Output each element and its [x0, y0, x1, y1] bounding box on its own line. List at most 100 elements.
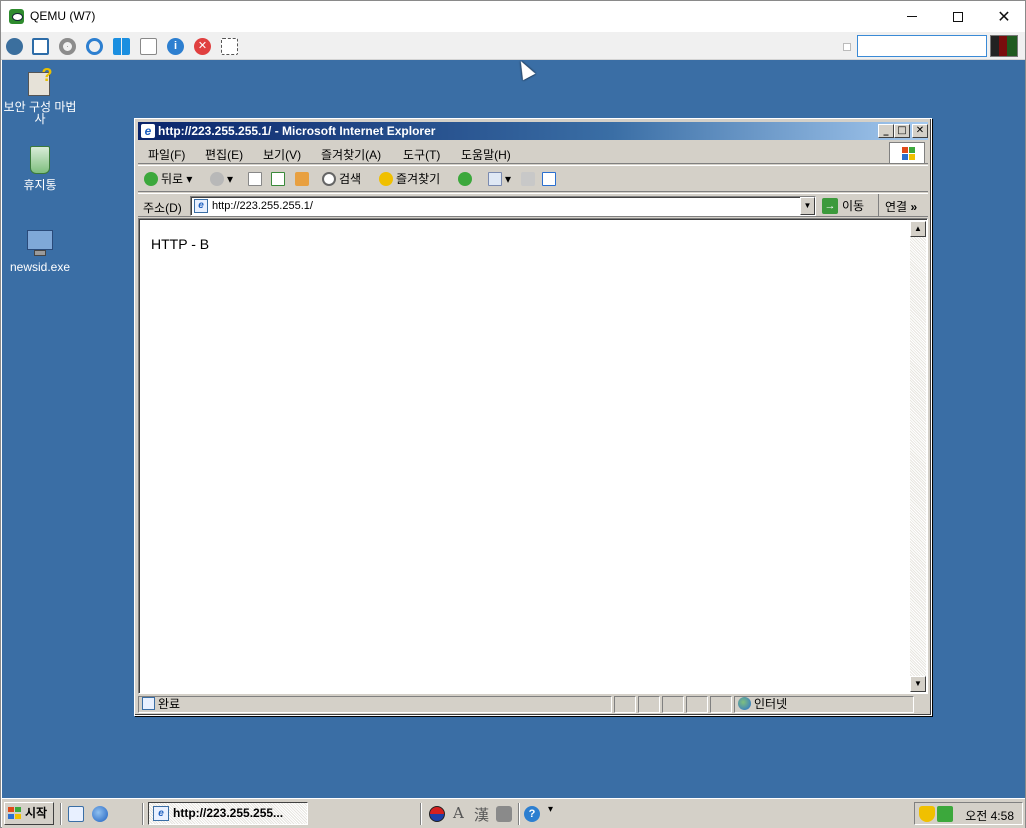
status-pane — [662, 696, 684, 713]
edit-button[interactable] — [542, 170, 559, 188]
korean-ime-icon[interactable] — [429, 806, 445, 822]
address-dropdown-button[interactable]: ▼ — [800, 197, 815, 215]
settings-gear-icon[interactable] — [59, 38, 76, 55]
ie-page-icon: e — [141, 124, 155, 138]
color-swatch-icon[interactable] — [990, 35, 1018, 57]
ie-status-bar: 완료 인터넷 — [138, 695, 928, 713]
keyboard-icon[interactable] — [140, 38, 157, 55]
qemu-search-input[interactable] — [857, 35, 987, 57]
history-icon — [458, 171, 472, 186]
qemu-toolbar: i ✕ — [1, 32, 1025, 60]
show-desktop-icon[interactable] — [68, 806, 84, 822]
favorites-label: 즐겨찾기 — [396, 172, 441, 186]
windows-flag-icon — [8, 807, 22, 820]
address-url[interactable]: http://223.255.255.1/ — [212, 200, 313, 212]
links-toolbar[interactable]: 연결 » — [878, 194, 928, 216]
taskbar-ie-button[interactable]: e http://223.255.255... — [148, 802, 308, 825]
help-icon[interactable]: ? — [524, 806, 540, 822]
forward-button[interactable]: ▾ — [210, 170, 233, 188]
ie-page-icon: e — [153, 806, 169, 821]
start-label: 시작 — [25, 806, 48, 820]
address-label: 주소(D) — [143, 201, 182, 215]
desktop-icon-newsid[interactable]: newsid.exe — [2, 226, 78, 273]
qemu-logo-icon — [9, 9, 24, 24]
minimize-icon — [907, 16, 917, 17]
menu-file[interactable]: 파일(F) — [148, 146, 185, 163]
scroll-down-button[interactable]: ▼ — [910, 676, 926, 692]
scroll-up-button[interactable]: ▲ — [910, 221, 926, 237]
guest-desktop: ? 보안 구성 마법사 휴지통 newsid.exe e http://223.… — [2, 60, 1025, 798]
desktop-icon-recycle-bin[interactable]: 휴지통 — [2, 144, 78, 191]
internet-globe-icon — [738, 697, 751, 711]
qemu-window-title: QEMU (W7) — [30, 9, 96, 23]
host-close-button[interactable]: ✕ — [981, 1, 1026, 32]
links-chevron-icon[interactable]: » — [910, 200, 917, 214]
separator — [60, 803, 62, 825]
print-icon — [521, 171, 535, 186]
vertical-scrollbar[interactable]: ▲ ▼ — [910, 221, 926, 692]
page-content[interactable]: HTTP - B ▲ ▼ — [138, 218, 928, 694]
go-button[interactable]: → 이동 — [822, 196, 864, 216]
windows-flag-icon — [889, 142, 925, 164]
fullscreen-icon[interactable] — [32, 38, 49, 55]
ie-window: e http://223.255.255.1/ - Microsoft Inte… — [134, 118, 932, 716]
history-button[interactable] — [458, 170, 475, 188]
ime-options-icon[interactable]: ▾ — [548, 805, 558, 822]
security-wizard-icon: ? — [24, 66, 56, 98]
zone-text: 인터넷 — [754, 697, 788, 711]
status-pane — [686, 696, 708, 713]
address-input[interactable]: e http://223.255.255.1/ ▼ — [190, 196, 816, 216]
refresh-button[interactable] — [271, 170, 288, 188]
ie-address-bar: 주소(D) e http://223.255.255.1/ ▼ → 이동 연결 » — [138, 193, 928, 217]
menu-view[interactable]: 보기(V) — [263, 146, 301, 163]
menu-tools[interactable]: 도구(T) — [403, 146, 440, 163]
refresh-icon[interactable] — [86, 38, 103, 55]
start-button[interactable]: 시작 — [4, 802, 54, 825]
ie-quicklaunch-icon[interactable] — [92, 806, 108, 822]
page-body-text: HTTP - B — [151, 236, 210, 252]
menu-help[interactable]: 도움말(H) — [461, 146, 511, 163]
stop-icon[interactable]: ✕ — [194, 38, 211, 55]
windows-logo-icon[interactable] — [113, 38, 130, 55]
favorites-button[interactable]: 즐겨찾기 — [379, 170, 440, 188]
ie-maximize-button[interactable]: □ — [894, 124, 910, 138]
home-button[interactable] — [295, 170, 312, 188]
mail-icon — [488, 171, 502, 186]
refresh-page-icon — [271, 171, 285, 186]
network-icon[interactable] — [937, 806, 953, 822]
separator — [142, 803, 144, 825]
maximize-icon — [953, 11, 963, 22]
stop-button[interactable] — [248, 170, 265, 188]
menu-edit[interactable]: 편집(E) — [205, 146, 243, 163]
mail-button[interactable]: ▾ — [488, 170, 511, 188]
print-button[interactable] — [521, 170, 538, 188]
search-button[interactable]: 검색 — [322, 170, 361, 188]
security-shield-icon[interactable] — [919, 806, 935, 822]
back-button[interactable]: 뒤로 ▾ — [144, 170, 192, 188]
ie-standard-toolbar: 뒤로 ▾ ▾ 검색 즐겨찾기 ▾ — [138, 165, 928, 192]
ime-hanja-indicator[interactable]: 漢 — [474, 804, 489, 825]
ie-menu-bar: 파일(F) 편집(E) 보기(V) 즐겨찾기(A) 도구(T) 도움말(H) — [138, 141, 928, 164]
menu-favorites[interactable]: 즐겨찾기(A) — [321, 146, 381, 163]
desktop-icon-security-wizard[interactable]: ? 보안 구성 마법사 — [2, 66, 78, 125]
cube-icon[interactable] — [6, 38, 23, 55]
links-label: 연결 — [885, 200, 908, 214]
info-icon[interactable]: i — [167, 38, 184, 55]
qemu-title-bar[interactable]: QEMU (W7) ✕ — [1, 1, 1025, 32]
stop-page-icon — [248, 171, 262, 186]
ie-minimize-button[interactable]: _ — [878, 124, 894, 138]
ie-close-button[interactable]: ✕ — [912, 124, 928, 138]
taskbar-clock[interactable]: 오전 4:58 — [965, 807, 1014, 824]
screenshot-icon[interactable] — [221, 38, 238, 55]
status-pane — [710, 696, 732, 713]
host-maximize-button[interactable] — [935, 1, 981, 32]
newsid-exe-icon — [24, 226, 56, 258]
ie-window-title: http://223.255.255.1/ - Microsoft Intern… — [158, 124, 436, 138]
ime-mode-indicator[interactable]: A — [453, 804, 464, 822]
ime-tool-icon[interactable] — [496, 806, 512, 822]
search-icon — [322, 171, 336, 186]
separator — [518, 803, 520, 825]
ie-title-bar[interactable]: e http://223.255.255.1/ - Microsoft Inte… — [138, 122, 928, 140]
go-label: 이동 — [842, 199, 865, 213]
host-minimize-button[interactable] — [889, 1, 935, 32]
